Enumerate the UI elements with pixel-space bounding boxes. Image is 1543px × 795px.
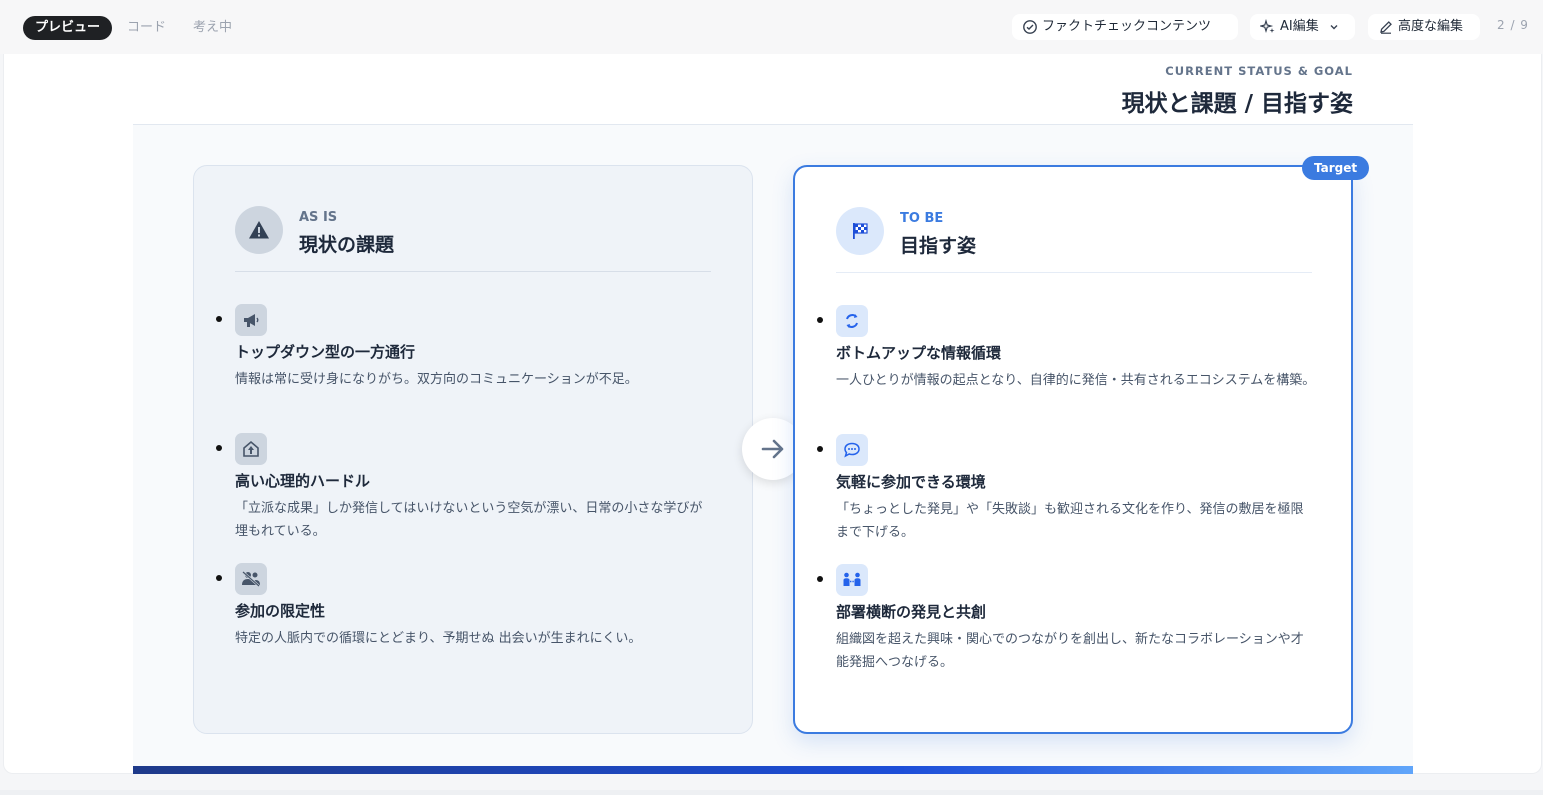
bottom-divider xyxy=(0,790,1543,795)
bullet xyxy=(216,316,222,322)
item-title: 気軽に参加できる環境 xyxy=(836,473,986,491)
users-slash-icon xyxy=(235,563,267,595)
tab-thinking[interactable]: 考え中 xyxy=(193,16,232,40)
to-be-card: TO BE 目指す姿 ボトムアップな情報循環 一人ひとりが情報の起点となり、自律… xyxy=(793,165,1353,734)
as-is-card: AS IS 現状の課題 トップダウン型の一方通行 情報は常に受け身になりがち。双… xyxy=(193,165,753,734)
slide-title: 現状と課題 / 目指す姿 xyxy=(1121,91,1353,117)
advanced-edit-button[interactable]: 高度な編集 xyxy=(1368,14,1480,40)
warning-icon xyxy=(235,206,283,254)
list-item: 参加の限定性 特定の人脈内での循環にとどまり、予期せぬ 出会いが生まれにくい。 xyxy=(216,563,715,650)
accent-bar xyxy=(133,766,1413,774)
to-be-header: TO BE 目指す姿 xyxy=(836,207,1312,273)
slide-header: CURRENT STATUS & GOAL 現状と課題 / 目指す姿 xyxy=(1122,64,1353,118)
ai-edit-label: AI編集 xyxy=(1280,19,1319,34)
item-desc: 特定の人脈内での循環にとどまり、予期せぬ 出会いが生まれにくい。 xyxy=(235,631,642,646)
item-desc: 「立派な成果」しか発信してはいけないという空気が漂い、日常の小さな学びが埋もれて… xyxy=(235,501,703,539)
item-desc: 組織図を超えた興味・関心でのつながりを創出し、新たなコラボレーションや才能発掘へ… xyxy=(836,632,1304,670)
item-title: トップダウン型の一方通行 xyxy=(235,343,416,361)
item-desc: 「ちょっとした発見」や「失敗談」も歓迎される文化を作り、発信の敷居を極限まで下げ… xyxy=(836,502,1304,540)
tab-preview[interactable]: プレビュー xyxy=(23,16,113,40)
fact-check-button[interactable]: ファクトチェックコンテンツ xyxy=(1012,14,1238,40)
checkered-flag-icon xyxy=(836,207,884,255)
list-item: ボトムアップな情報循環 一人ひとりが情報の起点となり、自律的に発信・共有されるエ… xyxy=(817,305,1316,392)
sparkles-icon xyxy=(1260,19,1275,33)
hurdle-icon xyxy=(235,433,267,465)
tab-code[interactable]: コード xyxy=(127,16,166,40)
list-item: 部署横断の発見と共創 組織図を超えた興味・関心でのつながりを創出し、新たなコラボ… xyxy=(817,564,1316,674)
list-item: 高い心理的ハードル 「立派な成果」しか発信してはいけないという空気が漂い、日常の… xyxy=(216,433,715,543)
people-connect-icon xyxy=(836,564,868,596)
to-be-eyebrow: TO BE xyxy=(900,211,944,226)
bullet xyxy=(216,445,222,451)
fact-check-label: ファクトチェックコンテンツ xyxy=(1042,19,1212,34)
target-badge: Target xyxy=(1302,156,1370,180)
advanced-edit-label: 高度な編集 xyxy=(1398,19,1464,34)
bullet xyxy=(216,575,222,581)
ai-edit-button[interactable]: AI編集 xyxy=(1250,14,1355,40)
page-indicator: 2 / 9 xyxy=(1497,18,1529,32)
slide-eyebrow: CURRENT STATUS & GOAL xyxy=(1165,64,1353,78)
as-is-header: AS IS 現状の課題 xyxy=(235,206,711,272)
as-is-title: 現状の課題 xyxy=(299,234,395,256)
check-circle-icon xyxy=(1023,20,1037,34)
list-item: 気軽に参加できる環境 「ちょっとした発見」や「失敗談」も歓迎される文化を作り、発… xyxy=(817,434,1316,544)
bullet xyxy=(817,446,823,452)
megaphone-icon xyxy=(235,304,267,336)
as-is-eyebrow: AS IS xyxy=(299,210,338,225)
item-title: 参加の限定性 xyxy=(235,602,326,620)
item-desc: 一人ひとりが情報の起点となり、自律的に発信・共有されるエコシステムを構築。 xyxy=(836,373,1316,388)
list-item: トップダウン型の一方通行 情報は常に受け身になりがち。双方向のコミュニケーション… xyxy=(216,304,715,391)
pencil-icon xyxy=(1380,21,1392,34)
bullet xyxy=(817,317,823,323)
top-toolbar: プレビュー コード 考え中 ファクトチェックコンテンツ AI編集 高度な編集 2… xyxy=(0,0,1543,54)
bullet xyxy=(817,576,823,582)
item-title: 高い心理的ハードル xyxy=(235,472,371,490)
recycle-icon xyxy=(836,305,868,337)
chat-icon xyxy=(836,434,868,466)
item-title: ボトムアップな情報循環 xyxy=(836,344,1002,362)
item-desc: 情報は常に受け身になりがち。双方向のコミュニケーションが不足。 xyxy=(235,372,638,387)
item-title: 部署横断の発見と共創 xyxy=(836,603,987,621)
to-be-title: 目指す姿 xyxy=(900,235,977,257)
chevron-down-icon xyxy=(1330,24,1338,29)
